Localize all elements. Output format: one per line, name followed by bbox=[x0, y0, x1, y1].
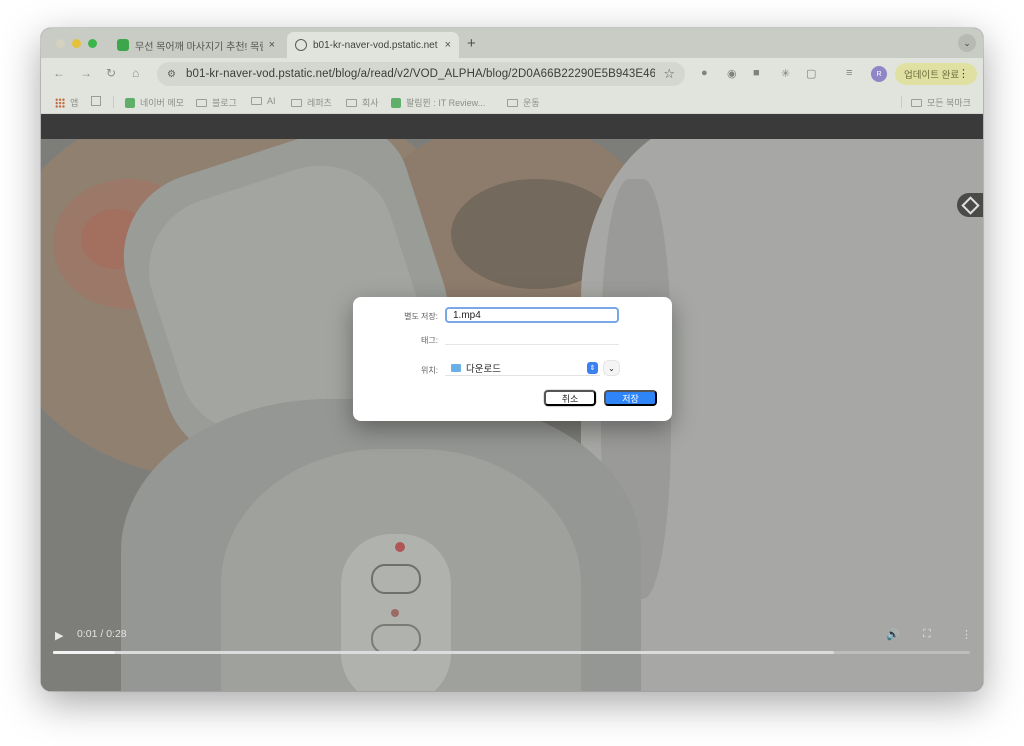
apps-grid-icon bbox=[55, 97, 65, 108]
close-icon[interactable]: × bbox=[269, 39, 275, 51]
tags-input[interactable] bbox=[445, 333, 619, 345]
cancel-button[interactable]: 취소 bbox=[544, 390, 596, 406]
back-button[interactable]: ← bbox=[53, 66, 65, 80]
tab-blog[interactable]: 무선 목어깨 마사지기 추천! 목림프 × bbox=[109, 32, 283, 58]
more-menu-icon[interactable]: ⋮ bbox=[958, 67, 969, 80]
location-value: 다운로드 bbox=[466, 364, 501, 375]
bookmarks-bar: 앱 네이버 메모 블로그 AI 레퍼츠 회사 팔림뮌 : IT Review..… bbox=[41, 90, 983, 114]
bookmark-tab-groups[interactable] bbox=[91, 96, 106, 106]
reload-button[interactable]: ↻ bbox=[106, 66, 116, 80]
time-display: 0:01 / 0:28 bbox=[77, 628, 127, 640]
close-icon[interactable]: × bbox=[445, 39, 451, 51]
tab-bar: 무선 목어깨 마사지기 추천! 목림프 × b01-kr-naver-vod.p… bbox=[41, 28, 983, 58]
updown-arrows-icon: ⇕ bbox=[587, 362, 598, 374]
progress-bar[interactable] bbox=[53, 651, 970, 654]
close-window-button[interactable] bbox=[56, 39, 65, 48]
camera-extension-icon[interactable]: ◉ bbox=[727, 67, 737, 80]
all-bookmarks[interactable]: 모든 북마크 bbox=[911, 96, 971, 109]
folder-icon bbox=[196, 98, 207, 107]
location-select[interactable]: 다운로드 ⇕ bbox=[445, 361, 600, 376]
browser-window: 무선 목어깨 마사지기 추천! 목림프 × b01-kr-naver-vod.p… bbox=[41, 28, 983, 691]
globe-icon bbox=[295, 39, 307, 51]
home-button[interactable]: ⌂ bbox=[132, 66, 139, 80]
url-text[interactable]: b01-kr-naver-vod.pstatic.net/blog/a/read… bbox=[186, 68, 655, 80]
folder-icon bbox=[346, 98, 357, 107]
video-frame-shape bbox=[395, 542, 405, 552]
tab-video[interactable]: b01-kr-naver-vod.pstatic.net × bbox=[287, 32, 459, 58]
side-panel-icon[interactable] bbox=[957, 193, 983, 217]
site-info-icon[interactable]: ⚙ bbox=[167, 69, 176, 80]
sparkle-extension-icon[interactable]: ✳ bbox=[781, 67, 790, 80]
bookmark-folder[interactable]: 블로그 bbox=[196, 96, 237, 109]
fullscreen-icon[interactable]: ⛶ bbox=[923, 628, 931, 641]
bookmark-star-icon[interactable]: ☆ bbox=[663, 66, 675, 82]
video-frame-shape bbox=[371, 564, 421, 594]
bookmark-item[interactable]: 팔림뮌 : IT Review... bbox=[391, 96, 485, 109]
save-button[interactable]: 저장 bbox=[604, 390, 657, 406]
folder-icon bbox=[251, 97, 262, 105]
new-tab-button[interactable]: + bbox=[467, 35, 476, 52]
save-as-label: 별도 저장: bbox=[404, 312, 438, 321]
update-button[interactable]: 업데이트 완료 ⋮ bbox=[895, 63, 977, 85]
tab-title: b01-kr-naver-vod.pstatic.net bbox=[313, 39, 438, 51]
naver-blog-icon bbox=[117, 39, 129, 51]
bookmark-folder[interactable]: 운동 bbox=[507, 96, 540, 109]
expand-dialog-button[interactable]: ⌄ bbox=[604, 361, 619, 375]
tab-groups-icon bbox=[91, 96, 101, 106]
played-range bbox=[53, 651, 116, 654]
bookmark-folder[interactable]: 회사 bbox=[346, 96, 379, 109]
save-dialog: 별도 저장: 태그: 위치: 다운로드 ⇕ ⌄ 취소 저장 bbox=[353, 297, 672, 421]
page-content: ▶ 0:01 / 0:28 🔊 ⛶ ⋮ 별도 저장: 태그: 위치: 다운로드 … bbox=[41, 115, 983, 691]
toolbar: ← → ↻ ⌂ ⚙ b01-kr-naver-vod.pstatic.net/b… bbox=[41, 58, 983, 90]
where-label: 위치: bbox=[421, 366, 438, 375]
filename-input[interactable] bbox=[445, 307, 619, 323]
volume-icon[interactable]: 🔊 bbox=[886, 628, 900, 641]
shield-extension-icon[interactable]: ■ bbox=[753, 67, 760, 79]
update-label: 업데이트 완료 bbox=[904, 70, 960, 81]
downloads-folder-icon bbox=[451, 364, 461, 372]
folder-icon bbox=[911, 98, 922, 107]
tab-search-button[interactable]: ⌄ bbox=[958, 34, 976, 52]
folder-icon bbox=[507, 98, 518, 107]
site-favicon-icon bbox=[391, 97, 401, 108]
bookmark-folder[interactable]: AI bbox=[251, 96, 276, 106]
extensions-icon[interactable]: ▢ bbox=[806, 67, 816, 80]
tags-label: 태그: bbox=[421, 336, 438, 345]
video-controls: ▶ 0:01 / 0:28 🔊 ⛶ ⋮ bbox=[41, 615, 983, 691]
bookmark-item[interactable]: 네이버 메모 bbox=[125, 96, 184, 109]
bookmark-folder[interactable]: 레퍼츠 bbox=[291, 96, 332, 109]
bookmark-apps[interactable]: 앱 bbox=[55, 96, 78, 109]
minimize-window-button[interactable] bbox=[72, 39, 81, 48]
folder-icon bbox=[291, 98, 302, 107]
more-options-icon[interactable]: ⋮ bbox=[961, 628, 972, 641]
play-icon[interactable]: ▶ bbox=[55, 629, 63, 642]
buffered-range bbox=[53, 651, 835, 654]
naver-memo-icon bbox=[125, 97, 135, 108]
pin-extension-icon[interactable]: ● bbox=[701, 67, 708, 79]
tab-title: 무선 목어깨 마사지기 추천! 목림프 bbox=[135, 41, 263, 53]
profile-avatar[interactable]: R bbox=[871, 66, 887, 82]
reading-list-icon[interactable]: ≡ bbox=[846, 67, 852, 79]
forward-button[interactable]: → bbox=[80, 66, 92, 80]
zoom-window-button[interactable] bbox=[88, 39, 97, 48]
address-bar[interactable]: ⚙ b01-kr-naver-vod.pstatic.net/blog/a/re… bbox=[157, 62, 685, 86]
